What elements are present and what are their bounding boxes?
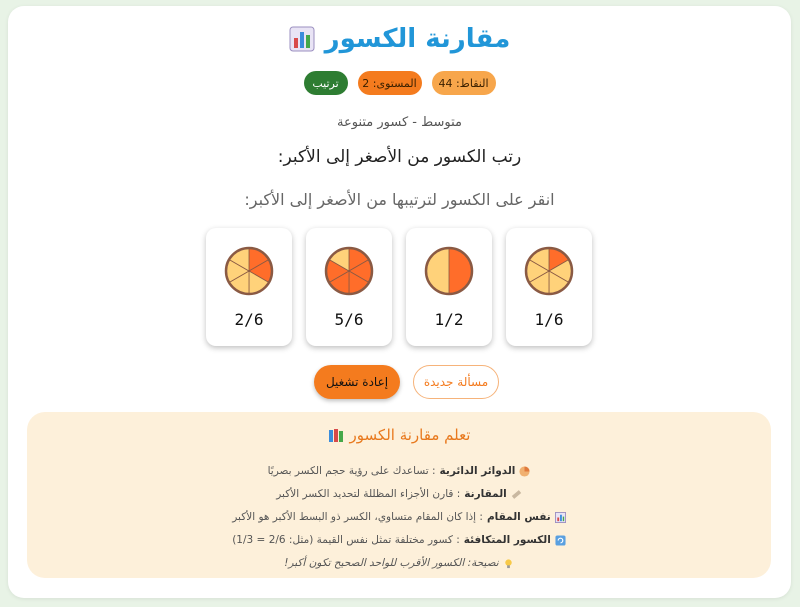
refresh-icon (555, 535, 566, 546)
fraction-label: 1/2 (434, 310, 464, 329)
learn-panel: تعلم مقارنة الكسور الدوائر الدائرية: تسا… (27, 412, 771, 578)
learn-item: الدوائر الدائرية: تساعدك على رؤية حجم ال… (27, 460, 771, 483)
bar-chart-icon (289, 26, 315, 52)
learn-item-text: : قارن الأجزاء المظللة لتحديد الكسر الأك… (276, 488, 461, 500)
question-text: رتب الكسور من الأصغر إلى الأكبر: (277, 147, 522, 167)
learn-item-term: نفس المقام (486, 511, 551, 523)
learn-item-term: الدوائر الدائرية (439, 465, 516, 477)
learn-item-term: الكسور المتكافئة (463, 534, 551, 546)
instruction-text: انقر على الكسور لترتيبها من الأصغر إلى ا… (244, 190, 555, 209)
learn-item-text: : إذا كان المقام متساوي، الكسر ذو البسط … (232, 511, 483, 523)
fraction-pie (324, 246, 374, 296)
restart-button[interactable]: إعادة تشغيل (314, 365, 400, 399)
title-text: مقارنة الكسور (324, 24, 511, 54)
mode-badge: ترتيب (303, 71, 348, 95)
fraction-card[interactable]: 1/6 (506, 228, 592, 346)
learn-item-text: : كسور مختلفة تمثل نفس القيمة (مثل: 2/6 … (232, 534, 460, 546)
fraction-pie (224, 246, 274, 296)
learn-item-term: المقارنة (464, 488, 507, 500)
pie-icon (519, 466, 530, 477)
fraction-label: 1/6 (534, 310, 564, 329)
points-badge: النقاط: 44 (431, 71, 496, 95)
learn-list: الدوائر الدائرية: تساعدك على رؤية حجم ال… (27, 460, 771, 575)
lightbulb-icon (505, 559, 512, 569)
fraction-card[interactable]: 1/2 (406, 228, 492, 346)
page-title: مقارنة الكسور (8, 24, 791, 54)
chart-icon (554, 512, 566, 523)
fraction-pie (524, 246, 574, 296)
books-icon (328, 429, 343, 442)
learn-item: المقارنة: قارن الأجزاء المظللة لتحديد ال… (27, 483, 771, 506)
fraction-pie (424, 246, 474, 296)
learn-tip-text: نصيحة: الكسور الأقرب للواحد الصحيح تكون … (284, 557, 499, 569)
pie-slice-empty (426, 248, 449, 294)
new-problem-button[interactable]: مسألة جديدة (413, 365, 499, 399)
learn-item-text: : تساعدك على رؤية حجم الكسر بصريًا (267, 465, 436, 477)
fraction-card[interactable]: 5/6 (306, 228, 392, 346)
fraction-label: 5/6 (334, 310, 364, 329)
status-badges: النقاط: 44 المستوى: 2 ترتيب (8, 71, 791, 95)
pie-slice-filled (449, 248, 472, 294)
fraction-label: 2/6 (234, 310, 264, 329)
learn-item: نفس المقام: إذا كان المقام متساوي، الكسر… (27, 506, 771, 529)
ruler-icon (511, 490, 521, 499)
learn-title-text: تعلم مقارنة الكسور (349, 426, 471, 444)
fraction-card[interactable]: 2/6 (206, 228, 292, 346)
learn-item: الكسور المتكافئة: كسور مختلفة تمثل نفس ا… (27, 529, 771, 552)
learn-tip: نصيحة: الكسور الأقرب للواحد الصحيح تكون … (27, 552, 771, 575)
difficulty-subtitle: متوسط - كسور متنوعة (337, 115, 462, 130)
learn-title: تعلم مقارنة الكسور (27, 426, 771, 444)
level-badge: المستوى: 2 (357, 71, 422, 95)
